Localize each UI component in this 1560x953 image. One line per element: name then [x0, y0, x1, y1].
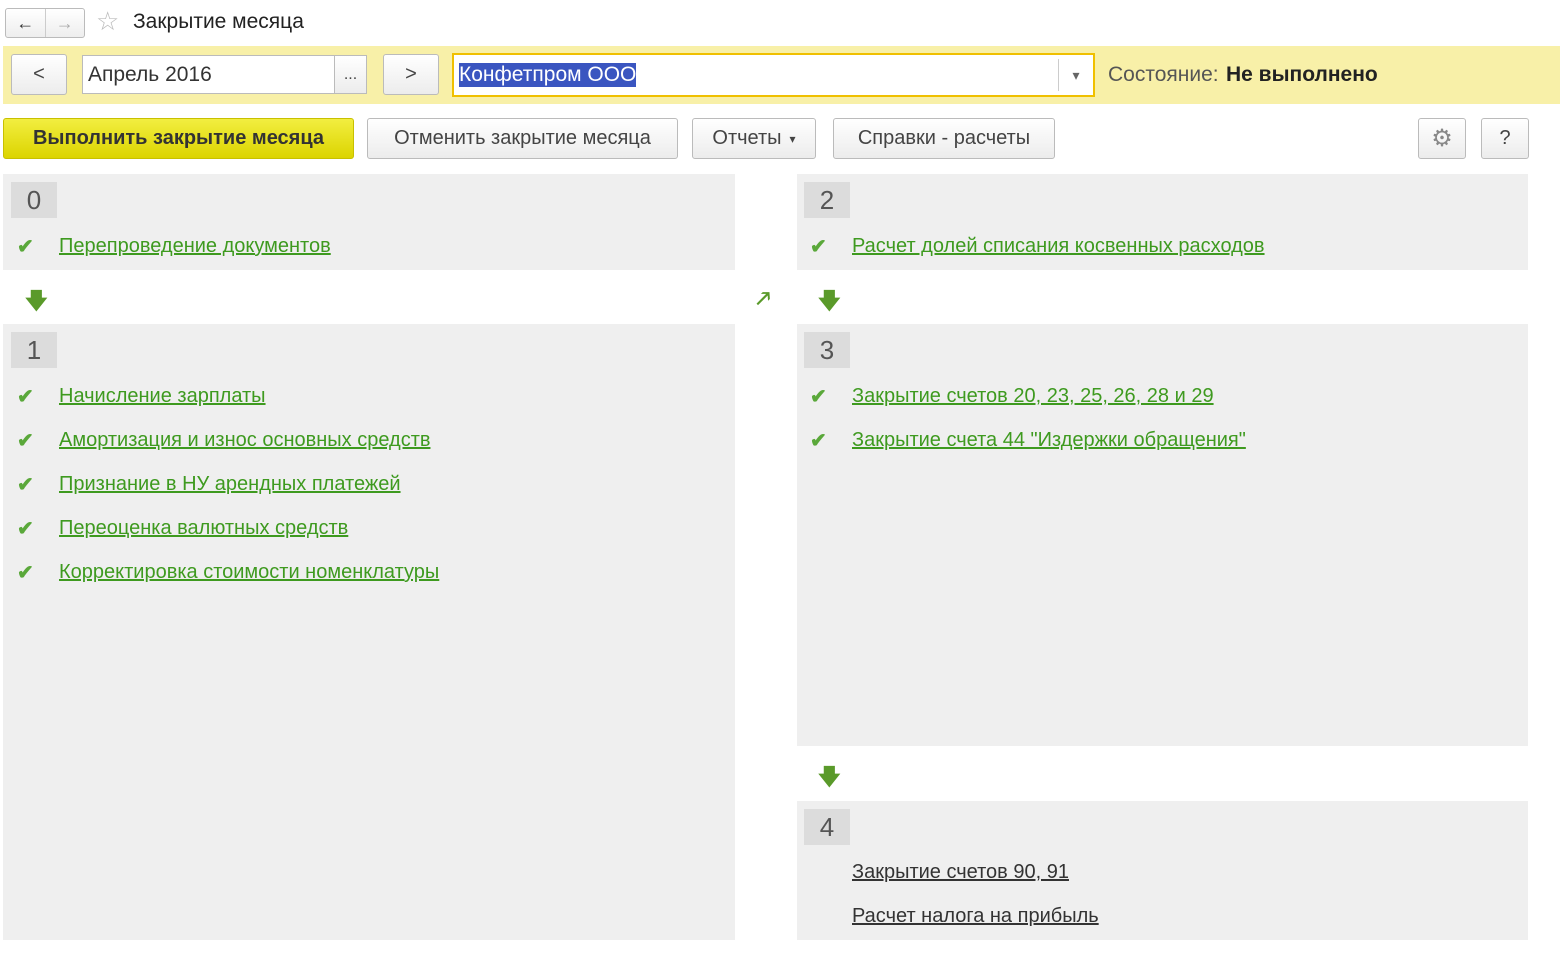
- star-icon[interactable]: ☆: [96, 6, 119, 37]
- reports-button[interactable]: Отчеты ▾: [692, 118, 816, 159]
- stage-number: 0: [11, 182, 57, 218]
- status-label: Состояние:: [1108, 63, 1219, 86]
- stage-link[interactable]: Признание в НУ арендных платежей: [59, 473, 401, 496]
- help-button[interactable]: ?: [1481, 118, 1529, 159]
- info-calculations-button[interactable]: Справки - расчеты: [833, 118, 1055, 159]
- prev-period-button[interactable]: <: [11, 54, 67, 95]
- check-icon: ✔: [17, 518, 34, 540]
- list-item: ✔ Признание в НУ арендных платежей: [3, 472, 401, 497]
- organization-input[interactable]: Конфетпром ООО ▾: [452, 53, 1095, 97]
- list-item: ✔ Расчет долей списания косвенных расходо…: [796, 234, 1265, 259]
- back-button[interactable]: ←: [6, 9, 45, 37]
- next-period-button[interactable]: >: [383, 54, 439, 95]
- stage-number: 2: [804, 182, 850, 218]
- organization-value: Конфетпром ООО: [459, 63, 637, 87]
- stage-link[interactable]: Закрытие счета 44 "Издержки обращения": [852, 429, 1246, 452]
- list-item: Расчет налога на прибыль: [852, 905, 1099, 928]
- stage-link[interactable]: Перепроведение документов: [59, 235, 331, 258]
- stage-number: 1: [11, 332, 57, 368]
- list-item: ✔ Корректировка стоимости номенклатуры: [3, 560, 439, 585]
- reports-label: Отчеты: [712, 127, 782, 149]
- gear-icon: ⚙: [1431, 125, 1453, 152]
- check-edited-icon: ✔: [17, 386, 34, 408]
- stage-link[interactable]: Корректировка стоимости номенклатуры: [59, 561, 439, 584]
- execute-closing-button[interactable]: Выполнить закрытие месяца: [3, 118, 354, 159]
- stage-link[interactable]: Расчет налога на прибыль: [852, 905, 1099, 928]
- forward-button[interactable]: →: [44, 9, 85, 37]
- settings-button[interactable]: ⚙: [1418, 118, 1466, 159]
- period-input[interactable]: Апрель 2016: [82, 55, 335, 94]
- cancel-closing-button[interactable]: Отменить закрытие месяца: [367, 118, 678, 159]
- list-item: ✔ Перепроведение документов: [3, 234, 331, 259]
- stage-link[interactable]: Переоценка валютных средств: [59, 517, 348, 540]
- arrow-down-icon: 🡇: [818, 288, 841, 313]
- list-item: ✔ Закрытие счета 44 "Издержки обращения": [796, 428, 1246, 453]
- list-item: ✔ Закрытие счетов 20, 23, 25, 26, 28 и 29: [796, 384, 1214, 409]
- list-item: ✔ Амортизация и износ основных средств: [3, 428, 430, 453]
- arrow-down-icon: 🡇: [818, 764, 841, 789]
- check-icon: ✔: [17, 430, 34, 452]
- list-item: ✔ Переоценка валютных средств: [3, 516, 348, 541]
- page-title: Закрытие месяца: [133, 10, 304, 33]
- list-item: ✔ Начисление зарплаты: [3, 384, 266, 409]
- stage-link[interactable]: Начисление зарплаты: [59, 385, 266, 408]
- stage-1-panel: [3, 324, 735, 940]
- organization-dropdown-icon[interactable]: ▾: [1058, 59, 1093, 91]
- list-item: Закрытие счетов 90, 91: [852, 861, 1069, 884]
- stage-link[interactable]: Закрытие счетов 20, 23, 25, 26, 28 и 29: [852, 385, 1214, 408]
- check-icon: ✔: [17, 562, 34, 584]
- stage-number: 3: [804, 332, 850, 368]
- check-icon: ✔: [810, 386, 827, 408]
- check-icon: ✔: [17, 474, 34, 496]
- period-select-button[interactable]: ...: [334, 55, 367, 94]
- arrow-up-right-icon: 🡕: [756, 286, 771, 311]
- history-nav: ← →: [5, 8, 85, 38]
- arrow-down-icon: 🡇: [25, 288, 48, 313]
- check-icon: ✔: [810, 236, 827, 258]
- stage-link[interactable]: Закрытие счетов 90, 91: [852, 861, 1069, 884]
- stage-link[interactable]: Амортизация и износ основных средств: [59, 429, 430, 452]
- status-value: Не выполнено: [1226, 63, 1378, 86]
- chevron-down-icon: ▾: [789, 131, 796, 146]
- check-icon: ✔: [810, 430, 827, 452]
- stage-number: 4: [804, 809, 850, 845]
- check-icon: ✔: [17, 236, 34, 258]
- stage-link[interactable]: Расчет долей списания косвенных расходов: [852, 235, 1265, 258]
